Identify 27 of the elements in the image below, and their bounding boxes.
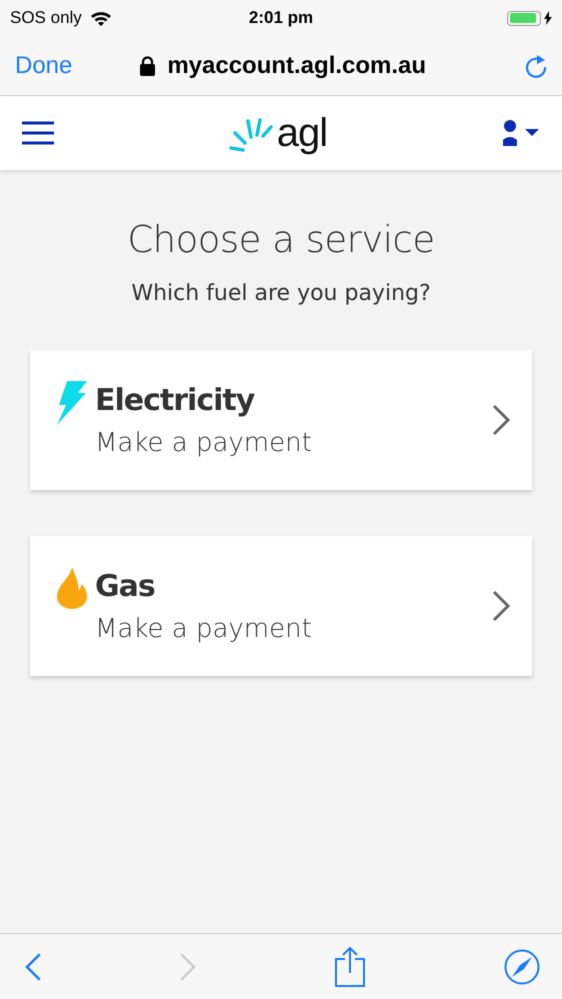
wifi-icon <box>90 10 112 26</box>
chevron-right-icon <box>492 404 510 436</box>
chevron-right-icon <box>492 590 510 622</box>
share-icon[interactable] <box>335 946 365 986</box>
page-subtitle: Which fuel are you paying? <box>130 281 432 306</box>
reload-icon[interactable] <box>524 52 548 78</box>
flame-icon <box>57 567 87 609</box>
service-name: Electricity <box>95 382 256 418</box>
compass-icon[interactable] <box>504 948 540 984</box>
lightning-bolt-icon <box>57 381 87 425</box>
user-menu-icon[interactable] <box>502 120 540 146</box>
service-action-text: Make a payment <box>95 614 313 644</box>
lock-icon <box>140 56 156 76</box>
service-card[interactable]: Electricity Make a payment <box>30 350 532 490</box>
agl-logo-text[interactable]: agl <box>276 113 328 153</box>
done-button[interactable]: Done <box>15 52 72 80</box>
battery-icon <box>507 10 542 26</box>
url-text[interactable]: myaccount.agl.com.au <box>167 52 426 80</box>
carrier-text: SOS only <box>10 8 82 28</box>
back-icon[interactable] <box>25 952 41 980</box>
service-name: Gas <box>95 568 156 604</box>
page-title: Choose a service <box>126 218 436 261</box>
menu-icon[interactable] <box>22 121 54 145</box>
sunburst-icon <box>228 117 275 153</box>
service-card[interactable]: Gas Make a payment <box>30 536 532 676</box>
clock-time: 2:01 pm <box>248 8 314 27</box>
service-action-text: Make a payment <box>95 428 313 458</box>
